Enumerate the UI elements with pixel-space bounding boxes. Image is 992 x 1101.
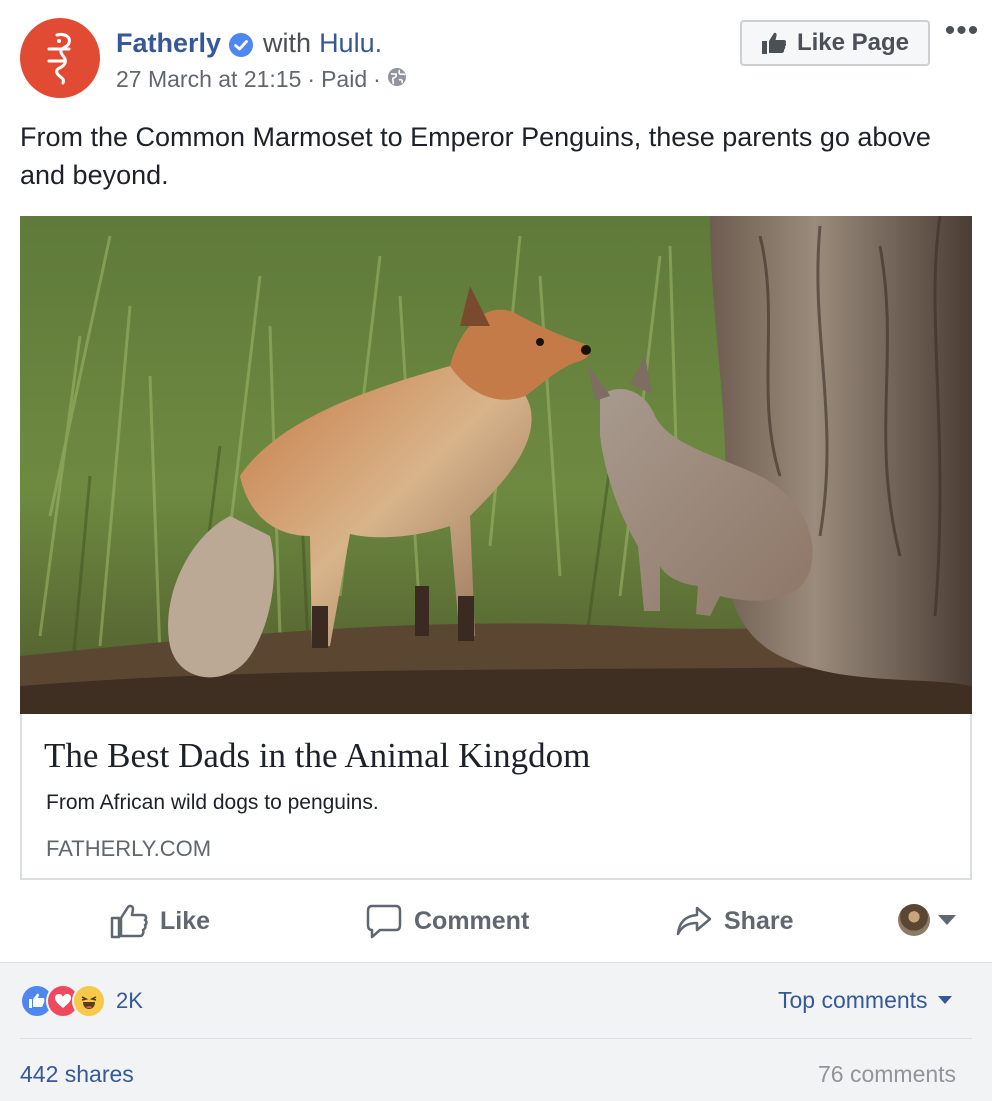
post-timestamp[interactable]: 27 March at 21:15 (116, 64, 301, 94)
thumbs-up-outline-icon (110, 904, 148, 939)
comment-sort-dropdown[interactable]: Top comments (778, 984, 952, 1016)
comment-sort-label: Top comments (778, 987, 928, 1013)
paid-label[interactable]: Paid (321, 64, 367, 94)
verified-badge-icon (229, 31, 254, 57)
chevron-down-icon (937, 996, 952, 1004)
like-page-button[interactable]: Like Page (740, 20, 930, 66)
seahorse-logo-icon (47, 33, 71, 85)
share-arrow-icon (676, 906, 712, 936)
thumbs-up-icon (761, 32, 787, 54)
shares-count[interactable]: 442 shares (20, 1058, 134, 1090)
link-preview-image[interactable] (20, 216, 972, 714)
like-label: Like (160, 906, 211, 935)
reaction-count[interactable]: 2K (116, 988, 143, 1014)
footer-divider (20, 1038, 972, 1039)
viewer-avatar (898, 904, 930, 936)
fox-photo-icon (20, 216, 972, 714)
meta-separator: · (307, 66, 316, 92)
post-meta: 27 March at 21:15 · Paid · (116, 64, 407, 94)
post-header-title: Fatherly with Hulu. (116, 26, 382, 60)
more-options-button[interactable]: ••• (944, 16, 980, 56)
link-title[interactable]: The Best Dads in the Animal Kingdom (44, 734, 590, 778)
reactions-summary[interactable]: 2K (20, 984, 143, 1018)
link-domain: FATHERLY.COM (46, 836, 212, 861)
page-name-link[interactable]: Fatherly (116, 26, 221, 60)
partner-page-link[interactable]: Hulu. (319, 26, 382, 60)
like-page-label: Like Page (796, 29, 910, 56)
with-label: with (263, 28, 312, 58)
page-avatar[interactable] (20, 18, 100, 98)
haha-reaction-icon (72, 984, 106, 1018)
share-button[interactable]: Share (676, 896, 793, 946)
like-button[interactable]: Like (110, 896, 210, 946)
meta-separator: · (373, 66, 381, 92)
comment-bubble-icon (366, 904, 402, 939)
globe-icon[interactable] (387, 64, 407, 94)
comment-label: Comment (414, 906, 530, 935)
comments-count[interactable]: 76 comments (818, 1058, 956, 1090)
share-label: Share (724, 906, 794, 935)
post-message: From the Common Marmoset to Emperor Peng… (20, 122, 931, 190)
chevron-down-icon (938, 915, 956, 925)
comment-button[interactable]: Comment (366, 896, 529, 946)
link-description: From African wild dogs to penguins. (46, 791, 379, 814)
post-as-selector[interactable] (898, 904, 956, 936)
